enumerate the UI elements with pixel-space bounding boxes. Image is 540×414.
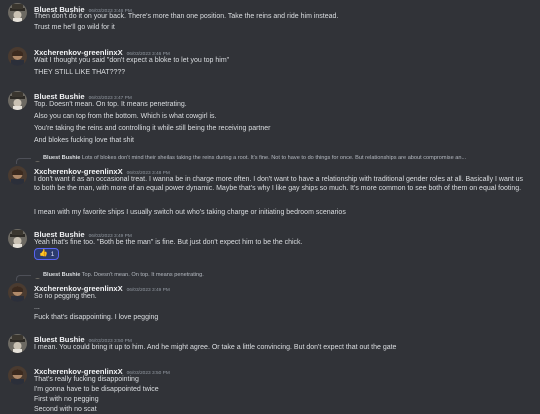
avatar[interactable] — [8, 283, 27, 302]
avatar[interactable] — [8, 229, 27, 248]
reply-text: Lots of blokes don't mind their sheilas … — [81, 155, 467, 161]
message-text: I mean with my favorite ships I usually … — [34, 209, 346, 216]
message-text: Then don't do it on your back. There's m… — [34, 13, 339, 20]
reply-spine — [16, 158, 31, 164]
reply-spine — [16, 275, 31, 281]
timestamp: 06/03/2023 3:49 PM — [126, 288, 170, 293]
message-text: So no pegging then. — [34, 293, 97, 300]
reply-preview[interactable]: Bluest Bushie Top. Doesn't mean. On top.… — [34, 271, 534, 279]
avatar[interactable] — [8, 366, 27, 385]
message-text: Top. Doesn't mean. On top. It means pene… — [34, 101, 187, 108]
message-text: And blokes fucking love that shit — [34, 137, 135, 144]
message-text: First with no pegging — [34, 396, 99, 403]
chat-messages: Bluest Bushie 06/03/2023 3:46 PM Then don… — [0, 0, 540, 414]
message-text: ... — [34, 304, 40, 311]
reaction-count: 1 — [50, 250, 55, 258]
avatar[interactable] — [8, 91, 27, 110]
thumbs-up-icon: 👍 — [39, 250, 48, 257]
message-text: Also you can top from the bottom. Which … — [34, 113, 217, 120]
message-text: That's really fucking disappointing — [34, 376, 139, 383]
reply-preview[interactable]: Bluest Bushie Lots of blokes don't mind … — [34, 154, 534, 162]
message-text: Trust me he'll go wild for it — [34, 24, 115, 31]
avatar[interactable] — [8, 166, 27, 185]
message-text: Second with no scat — [34, 406, 97, 413]
reaction-thumbs-up[interactable]: 👍 1 — [34, 248, 60, 260]
avatar[interactable] — [8, 47, 27, 66]
reply-text: Top. Doesn't mean. On top. It means pene… — [81, 272, 204, 278]
message-text: THEY STILL LIKE THAT???? — [34, 69, 126, 76]
avatar[interactable] — [8, 334, 27, 353]
reply-author[interactable]: Bluest Bushie — [43, 272, 80, 278]
message-text: Fuck that's disappointing. I love peggin… — [34, 314, 159, 321]
reply-author[interactable]: Bluest Bushie — [43, 155, 80, 161]
message-text: Wait I thought you said "don't expect a … — [34, 57, 230, 64]
message-text: I'm gonna have to be disappointed twice — [34, 386, 159, 393]
message-text: I mean. You could bring it up to him. An… — [34, 344, 397, 351]
avatar[interactable] — [8, 3, 27, 22]
message-text: You're taking the reins and controlling … — [34, 125, 271, 132]
message-text: Yeah that's fine too. "Both be the man" … — [34, 239, 303, 246]
message-text: I don't want it as an occasional treat. … — [34, 176, 524, 192]
